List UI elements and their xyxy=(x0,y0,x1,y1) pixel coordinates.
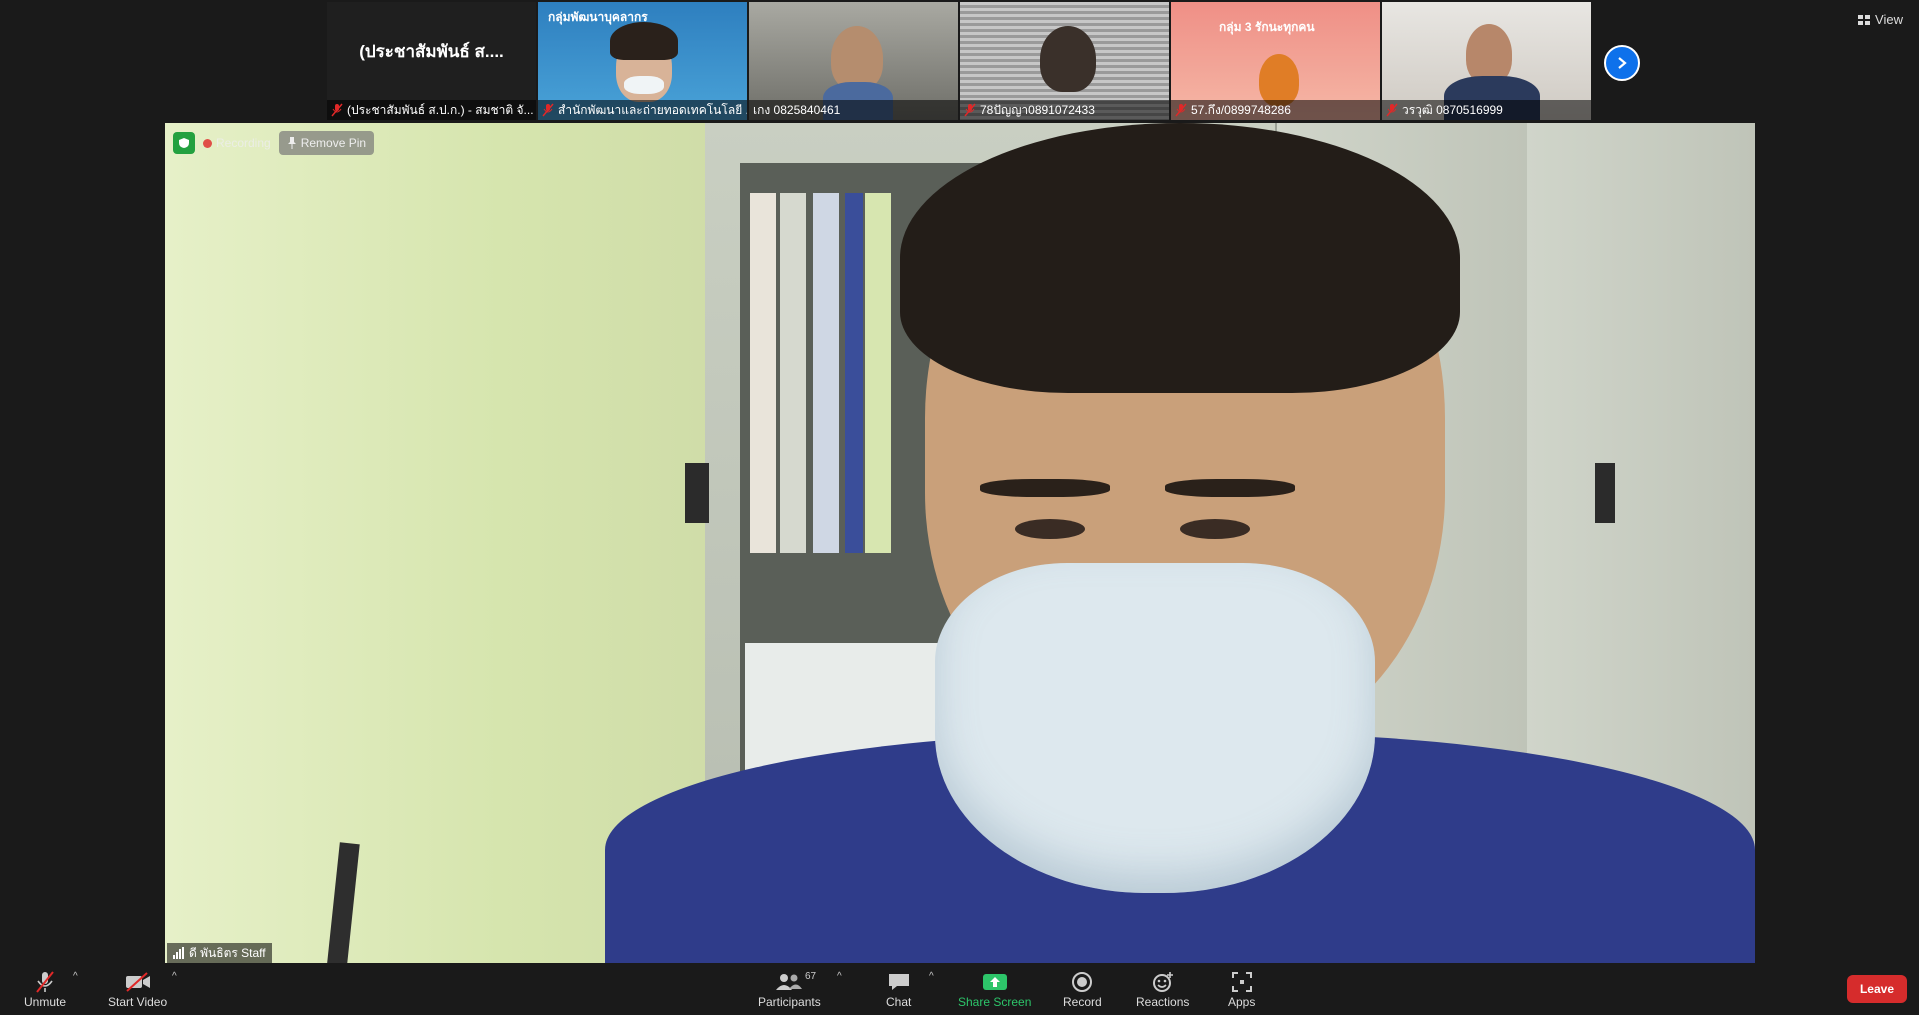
mic-muted-icon xyxy=(1386,103,1398,117)
main-video: Recording Remove Pin ดี พันธิตร Staff xyxy=(165,123,1755,963)
unmute-label: Unmute xyxy=(24,995,67,1009)
video-options-caret-icon[interactable]: ^ xyxy=(172,971,177,982)
audio-options-caret-icon[interactable]: ^ xyxy=(73,971,78,982)
participant-name: สำนักพัฒนาและถ่ายทอดเทคโนโลยี ... xyxy=(558,102,747,117)
participants-options-caret-icon[interactable]: ^ xyxy=(837,971,842,982)
participant-name: (ประชาสัมพันธ์ ส.ป.ก.) - สมชาติ จั... xyxy=(347,102,534,117)
participant-tile[interactable]: 78ปัญญา0891072433 xyxy=(960,2,1169,120)
participant-label: (ประชาสัมพันธ์ ส.ป.ก.) - สมชาติ จั... xyxy=(327,100,536,120)
leave-button[interactable]: Leave xyxy=(1846,975,1907,1003)
chevron-right-icon xyxy=(1618,57,1627,69)
reactions-label: Reactions xyxy=(1136,995,1190,1009)
mic-muted-icon xyxy=(36,971,54,993)
participant-name: 78ปัญญา0891072433 xyxy=(980,102,1095,117)
recording-indicator: Recording xyxy=(203,136,271,150)
participants-icon xyxy=(776,974,803,990)
remove-pin-button[interactable]: Remove Pin xyxy=(278,131,375,155)
record-dot-icon xyxy=(203,138,212,148)
speaker-name: ดี พันธิตร Staff xyxy=(189,945,266,960)
mic-muted-icon xyxy=(964,103,976,117)
speaker-name-tag: ดี พันธิตร Staff xyxy=(167,943,272,963)
share-screen-button[interactable]: Share Screen xyxy=(958,969,1031,1009)
participant-name: วรวุฒิ 0870516999 xyxy=(1402,102,1503,117)
video-controls: Recording Remove Pin xyxy=(173,131,375,155)
meeting-toolbar: Unmute ^ Start Video ^ Participants 67 ^… xyxy=(0,965,1919,1015)
participant-label: เกง 0825840461 xyxy=(749,100,958,120)
participant-label: วรวุฒิ 0870516999 xyxy=(1382,100,1591,120)
participant-label: 57.กึง/0899748286 xyxy=(1171,100,1380,120)
participant-label: สำนักพัฒนาและถ่ายทอดเทคโนโลยี ... xyxy=(538,100,747,120)
view-label: View xyxy=(1875,12,1903,27)
pin-icon xyxy=(287,137,296,149)
signal-strength-icon xyxy=(173,947,184,959)
video-off-icon xyxy=(125,972,150,992)
participant-tile[interactable]: (ประชาสัมพันธ์ ส.... (ประชาสัมพันธ์ ส.ป.… xyxy=(327,2,536,120)
participants-label: Participants xyxy=(758,995,821,1009)
apps-icon xyxy=(1231,972,1252,992)
grid-view-icon xyxy=(1858,14,1871,25)
participant-tile[interactable]: กลุ่มพัฒนาบุคลากร สำนักพัฒนาและถ่ายทอดเท… xyxy=(538,2,747,120)
next-page-button[interactable] xyxy=(1604,45,1640,81)
record-label: Record xyxy=(1063,995,1102,1009)
participant-tile[interactable]: วรวุฒิ 0870516999 xyxy=(1382,2,1591,120)
start-video-button[interactable]: Start Video xyxy=(108,969,167,1009)
participant-name: 57.กึง/0899748286 xyxy=(1191,102,1291,117)
reactions-icon xyxy=(1152,972,1173,992)
start-video-label: Start Video xyxy=(108,995,168,1009)
participants-count: 67 xyxy=(805,971,817,982)
apps-button[interactable]: Apps xyxy=(1228,969,1255,1009)
mic-muted-icon xyxy=(542,103,554,117)
chat-button[interactable]: Chat xyxy=(886,969,911,1009)
chat-options-caret-icon[interactable]: ^ xyxy=(929,971,934,982)
participant-tile[interactable]: เกง 0825840461 xyxy=(749,2,958,120)
apps-label: Apps xyxy=(1228,995,1256,1009)
recording-label: Recording xyxy=(216,136,271,150)
participant-strip: (ประชาสัมพันธ์ ส.... (ประชาสัมพันธ์ ส.ป.… xyxy=(327,2,1591,120)
virtual-background-title: กลุ่ม 3 รักนะทุกคน xyxy=(1219,20,1315,34)
reactions-button[interactable]: Reactions xyxy=(1136,969,1189,1009)
view-button[interactable]: View xyxy=(1858,12,1903,27)
record-button[interactable]: Record xyxy=(1063,969,1102,1009)
mic-muted-icon xyxy=(1175,103,1187,117)
unmute-button[interactable]: Unmute xyxy=(24,969,66,1009)
participant-tile[interactable]: กลุ่ม 3 รักนะทุกคน 57.กึง/0899748286 xyxy=(1171,2,1380,120)
chat-icon xyxy=(888,974,909,990)
remove-pin-label: Remove Pin xyxy=(300,136,367,150)
participant-label: 78ปัญญา0891072433 xyxy=(960,100,1169,120)
participant-name: เกง 0825840461 xyxy=(753,102,841,117)
share-screen-label: Share Screen xyxy=(958,995,1032,1009)
record-icon xyxy=(1072,972,1093,992)
chat-label: Chat xyxy=(886,995,912,1009)
share-screen-icon xyxy=(982,974,1007,990)
security-shield-icon xyxy=(173,132,195,154)
participant-display-name: (ประชาสัมพันธ์ ส.... xyxy=(359,41,504,61)
mic-muted-icon xyxy=(331,103,343,117)
